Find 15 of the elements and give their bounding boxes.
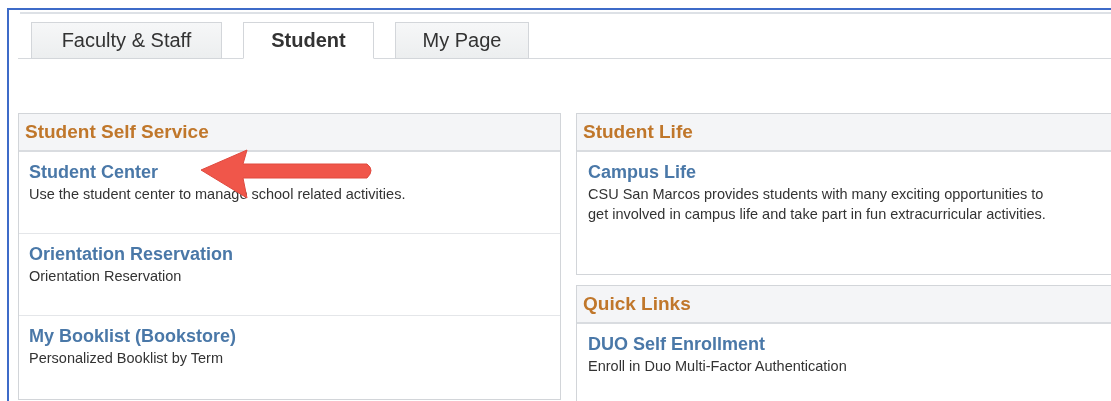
link[interactable]: Orientation Reservation — [29, 244, 234, 265]
tab[interactable]: Faculty & Staff — [31, 22, 222, 59]
link-description: Enroll in Duo Multi-Factor Authentication — [588, 357, 848, 376]
link[interactable]: Campus Life — [588, 162, 697, 183]
link[interactable]: Student Center — [29, 162, 158, 183]
tab[interactable]: My Page — [395, 22, 529, 59]
pagelet-title: Student Life — [583, 121, 693, 143]
pagelet-title: Quick Links — [583, 293, 691, 315]
link[interactable]: DUO Self Enrollment — [588, 334, 766, 355]
pagelet-title: Student Self Service — [25, 121, 209, 143]
tab[interactable]: Student — [243, 22, 374, 59]
link-description: Personalized Booklist by Term — [29, 349, 224, 368]
link[interactable]: My Booklist (Bookstore) — [29, 326, 237, 347]
link-description: CSU San Marcos provides students with many exciting opportunities to get involved in campus life and take part in fun extracurricular activities. — [588, 185, 1047, 224]
link-description: Orientation Reservation — [29, 267, 183, 286]
